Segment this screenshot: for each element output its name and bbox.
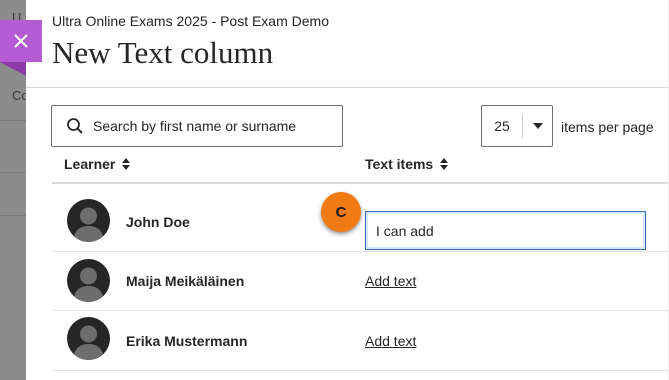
learner-name: John Doe [126, 214, 190, 230]
screen: U Co Ultra Online Exams 2025 - Post Exam… [0, 0, 669, 380]
items-per-page-select[interactable]: 25 [481, 105, 553, 147]
column-header-text-items[interactable]: Text items [365, 156, 449, 172]
header-divider [26, 87, 669, 88]
search-input[interactable] [93, 118, 333, 134]
table-row: Erika Mustermann Add text [52, 311, 669, 371]
page-title: New Text column [52, 35, 274, 70]
table-header-divider [52, 182, 669, 184]
items-per-page-value: 25 [494, 118, 510, 134]
avatar [67, 259, 110, 302]
background-text: Co [12, 88, 26, 103]
learner-name: Maija Meikäläinen [126, 273, 245, 289]
column-header-label: Text items [365, 156, 434, 172]
caret-down-icon [523, 122, 552, 130]
table-row: Maija Meikäläinen Add text [52, 251, 669, 311]
user-silhouette-icon [73, 207, 104, 242]
avatar [67, 199, 110, 242]
user-silhouette-icon [73, 325, 104, 360]
close-tab-fold [0, 62, 26, 76]
learner-name: Erika Mustermann [126, 333, 248, 349]
search-icon [65, 116, 85, 136]
text-item-input[interactable] [365, 211, 646, 250]
sort-icon [440, 158, 449, 170]
background-divider [0, 215, 26, 216]
close-panel-button[interactable] [0, 20, 42, 62]
background-divider [0, 120, 26, 121]
row-divider [52, 370, 669, 371]
add-text-link[interactable]: Add text [365, 333, 416, 349]
items-per-page-label: items per page [561, 119, 654, 135]
add-text-link[interactable]: Add text [365, 273, 416, 289]
column-header-label: Learner [64, 156, 116, 172]
avatar [67, 317, 110, 360]
table-row: John Doe [52, 191, 669, 252]
close-icon [14, 34, 28, 48]
background-divider [0, 172, 26, 173]
search-box[interactable] [51, 105, 343, 147]
user-silhouette-icon [73, 267, 104, 302]
callout-marker: C [321, 192, 361, 232]
sort-icon [122, 158, 131, 170]
column-header-learner[interactable]: Learner [64, 156, 131, 172]
breadcrumb: Ultra Online Exams 2025 - Post Exam Demo [52, 13, 329, 29]
